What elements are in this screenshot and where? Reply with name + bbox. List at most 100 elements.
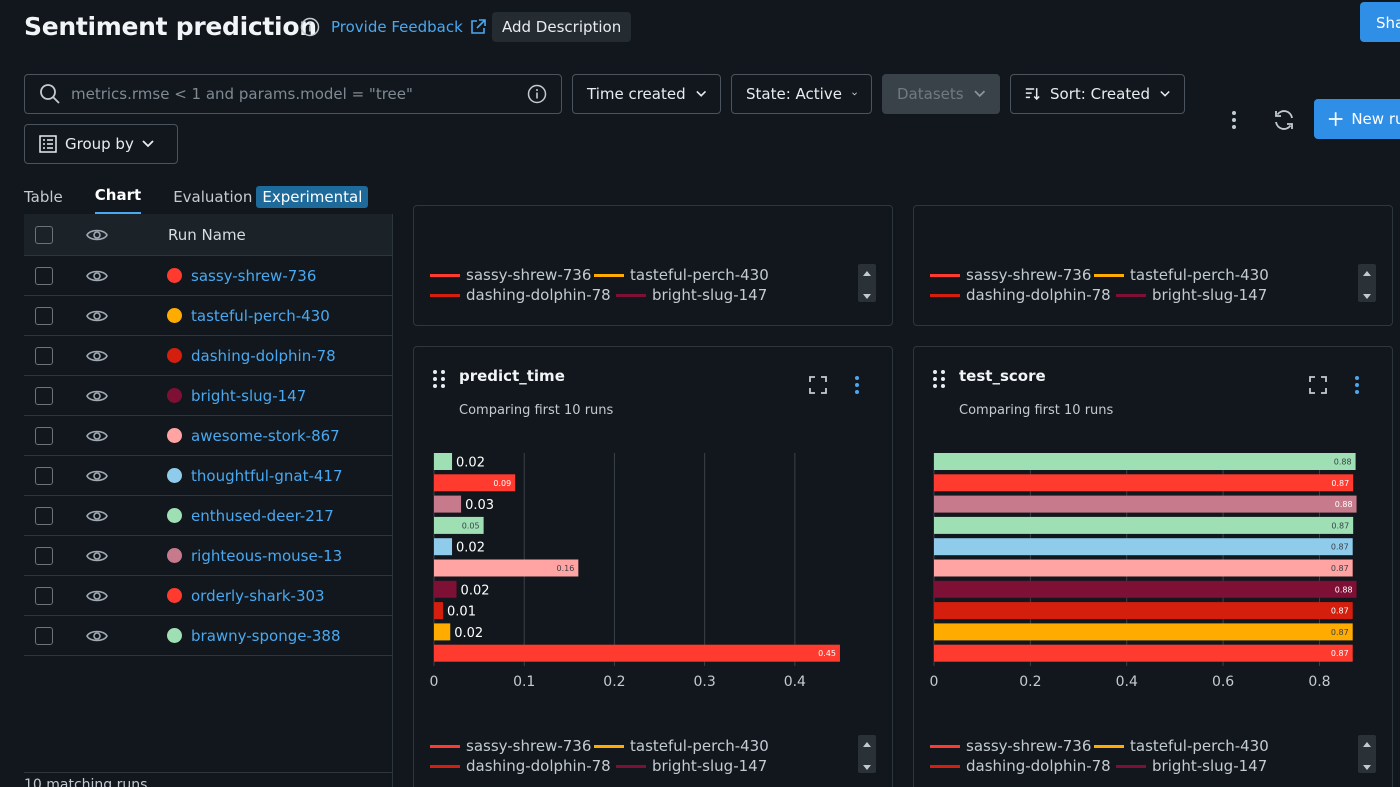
legend-item[interactable]: tasteful-perch-430 xyxy=(1094,266,1269,284)
legend-item[interactable]: sassy-shrew-736 xyxy=(930,266,1091,284)
info-icon[interactable] xyxy=(300,17,320,37)
legend-item[interactable]: dashing-dolphin-78 xyxy=(430,286,611,304)
bar[interactable] xyxy=(434,602,444,620)
eye-icon[interactable] xyxy=(86,468,108,484)
row-checkbox[interactable] xyxy=(35,426,53,445)
caret-down-icon[interactable] xyxy=(1358,288,1376,306)
row-checkbox[interactable] xyxy=(35,466,53,485)
legend-item[interactable]: tasteful-perch-430 xyxy=(1094,737,1269,755)
new-run-button[interactable]: New run xyxy=(1314,99,1400,139)
bar[interactable] xyxy=(434,453,453,470)
caret-up-icon[interactable] xyxy=(1358,264,1376,282)
bar[interactable] xyxy=(934,602,1353,620)
refresh-icon[interactable] xyxy=(1272,108,1296,132)
sort-dropdown[interactable]: Sort: Created xyxy=(1010,74,1185,114)
drag-handle-icon[interactable] xyxy=(432,369,446,389)
row-checkbox[interactable] xyxy=(35,506,53,525)
more-options-icon[interactable] xyxy=(1224,108,1244,132)
eye-icon[interactable] xyxy=(86,428,108,444)
eye-icon[interactable] xyxy=(86,588,108,604)
row-checkbox[interactable] xyxy=(35,306,53,325)
table-row[interactable]: thoughtful-gnat-417 xyxy=(24,456,392,496)
table-row[interactable]: sassy-shrew-736 xyxy=(24,256,392,296)
time-created-dropdown[interactable]: Time created xyxy=(572,74,721,114)
table-row[interactable]: enthused-deer-217 xyxy=(24,496,392,536)
search-info-icon[interactable] xyxy=(527,84,547,104)
legend-item[interactable]: tasteful-perch-430 xyxy=(594,737,769,755)
legend-item[interactable]: bright-slug-147 xyxy=(616,286,767,304)
bar[interactable] xyxy=(434,495,462,513)
legend-item[interactable]: dashing-dolphin-78 xyxy=(430,757,611,775)
select-all-checkbox[interactable] xyxy=(35,225,53,244)
bar[interactable] xyxy=(434,538,453,556)
legend-scroll[interactable] xyxy=(858,735,876,773)
tab-evaluation[interactable]: Evaluation xyxy=(173,184,252,214)
caret-down-icon[interactable] xyxy=(858,759,876,777)
eye-icon[interactable] xyxy=(86,388,108,404)
tab-chart[interactable]: Chart xyxy=(94,182,142,215)
eye-icon[interactable] xyxy=(86,548,108,564)
row-checkbox[interactable] xyxy=(35,386,53,405)
caret-down-icon[interactable] xyxy=(1358,759,1376,777)
add-description-button[interactable]: Add Description xyxy=(492,12,632,42)
eye-icon[interactable] xyxy=(86,508,108,524)
bar[interactable] xyxy=(934,644,1353,662)
run-name-link[interactable]: brawny-sponge-388 xyxy=(191,627,341,645)
bar[interactable] xyxy=(934,580,1357,598)
legend-scroll[interactable] xyxy=(1358,264,1376,302)
bar[interactable] xyxy=(934,516,1354,534)
legend-scroll[interactable] xyxy=(858,264,876,302)
caret-up-icon[interactable] xyxy=(858,264,876,282)
row-checkbox[interactable] xyxy=(35,586,53,605)
provide-feedback-link[interactable]: Provide Feedback xyxy=(331,18,487,36)
state-dropdown[interactable]: State: Active xyxy=(731,74,872,114)
eye-icon[interactable] xyxy=(86,348,108,364)
legend-scroll[interactable] xyxy=(1358,735,1376,773)
eye-icon[interactable] xyxy=(86,308,108,324)
table-row[interactable]: dashing-dolphin-78 xyxy=(24,336,392,376)
row-checkbox[interactable] xyxy=(35,626,53,645)
bar[interactable] xyxy=(934,559,1353,577)
row-checkbox[interactable] xyxy=(35,546,53,565)
chart-menu-icon[interactable] xyxy=(1352,375,1362,395)
legend-item[interactable]: dashing-dolphin-78 xyxy=(930,286,1111,304)
table-row[interactable]: tasteful-perch-430 xyxy=(24,296,392,336)
caret-up-icon[interactable] xyxy=(1358,735,1376,753)
legend-item[interactable]: tasteful-perch-430 xyxy=(594,266,769,284)
run-name-link[interactable]: righteous-mouse-13 xyxy=(191,547,342,565)
bar[interactable] xyxy=(934,538,1353,556)
eye-icon[interactable] xyxy=(86,268,108,284)
chart-menu-icon[interactable] xyxy=(852,375,862,395)
run-name-link[interactable]: sassy-shrew-736 xyxy=(191,267,316,285)
bar[interactable] xyxy=(934,453,1356,470)
legend-item[interactable]: dashing-dolphin-78 xyxy=(930,757,1111,775)
legend-item[interactable]: sassy-shrew-736 xyxy=(430,266,591,284)
group-by-dropdown[interactable]: Group by xyxy=(24,124,178,164)
row-checkbox[interactable] xyxy=(35,346,53,365)
search-input[interactable]: metrics.rmse < 1 and params.model = "tre… xyxy=(24,74,562,114)
run-name-link[interactable]: orderly-shark-303 xyxy=(191,587,325,605)
legend-item[interactable]: bright-slug-147 xyxy=(1116,757,1267,775)
run-name-link[interactable]: tasteful-perch-430 xyxy=(191,307,330,325)
tab-table[interactable]: Table xyxy=(24,184,63,214)
legend-item[interactable]: sassy-shrew-736 xyxy=(430,737,591,755)
bar[interactable] xyxy=(434,580,457,598)
legend-item[interactable]: bright-slug-147 xyxy=(1116,286,1267,304)
run-name-header[interactable]: Run Name xyxy=(168,226,246,244)
row-checkbox[interactable] xyxy=(35,266,53,285)
eye-icon[interactable] xyxy=(86,628,108,644)
table-row[interactable]: orderly-shark-303 xyxy=(24,576,392,616)
share-button[interactable]: Share xyxy=(1360,2,1400,42)
bar[interactable] xyxy=(434,623,451,641)
fullscreen-icon[interactable] xyxy=(1308,375,1328,395)
caret-down-icon[interactable] xyxy=(858,288,876,306)
table-row[interactable]: bright-slug-147 xyxy=(24,376,392,416)
bar[interactable] xyxy=(434,644,840,662)
run-name-link[interactable]: enthused-deer-217 xyxy=(191,507,334,525)
caret-up-icon[interactable] xyxy=(858,735,876,753)
run-name-link[interactable]: thoughtful-gnat-417 xyxy=(191,467,343,485)
bar[interactable] xyxy=(934,623,1353,641)
datasets-dropdown[interactable]: Datasets xyxy=(882,74,1000,114)
run-name-link[interactable]: awesome-stork-867 xyxy=(191,427,340,445)
bar[interactable] xyxy=(934,474,1354,492)
